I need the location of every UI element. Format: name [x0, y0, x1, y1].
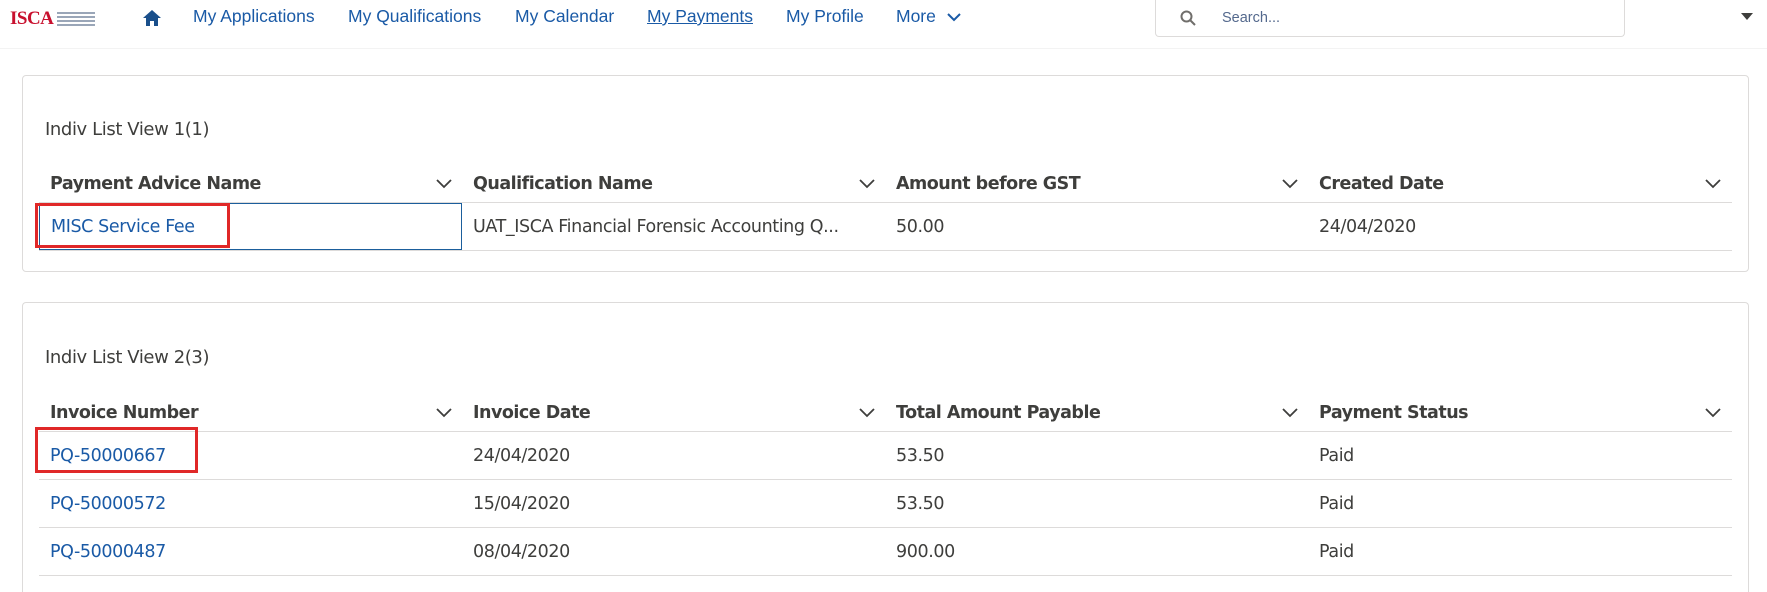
invoice-number-cell[interactable]: PQ-50000572 [39, 480, 462, 527]
list-view-card-1: Indiv List View 1(1) Payment Advice Name… [22, 75, 1749, 272]
qualification-name-cell: UAT_ISCA Financial Forensic Accounting Q… [473, 216, 839, 237]
total-amount-payable-cell: 53.50 [896, 493, 945, 514]
invoice-date-cell: 15/04/2020 [473, 493, 570, 514]
nav-my-profile[interactable]: My Profile [786, 6, 864, 27]
chevron-down-icon[interactable] [1282, 179, 1298, 189]
payment-status-cell: Paid [1319, 541, 1354, 562]
list-view-1-table: Payment Advice Name Qualification Name A… [39, 164, 1732, 251]
column-header-payment-status[interactable]: Payment Status [1308, 393, 1731, 432]
list-view-1-title: Indiv List View 1(1) [45, 119, 210, 140]
column-header-invoice-date[interactable]: Invoice Date [462, 393, 885, 432]
table-row: PQ-50000487 08/04/2020 900.00 Paid [39, 528, 1732, 576]
global-search[interactable] [1155, 0, 1625, 37]
payment-advice-name-cell[interactable]: MISC Service Fee [39, 203, 462, 250]
invoice-link[interactable]: PQ-50000487 [50, 542, 166, 562]
list-view-card-2: Indiv List View 2(3) Invoice Number Invo… [22, 302, 1749, 592]
column-header-qualification-name[interactable]: Qualification Name [462, 164, 885, 203]
nav-more-label: More [896, 6, 936, 26]
column-label: Total Amount Payable [896, 402, 1101, 423]
table-row: PQ-50000667 24/04/2020 53.50 Paid [39, 432, 1732, 480]
top-navigation: ISCA My Applications My Qualifications M… [0, 0, 1767, 40]
column-label: Invoice Date [473, 402, 591, 423]
nav-my-calendar[interactable]: My Calendar [515, 6, 614, 27]
nav-my-qualifications[interactable]: My Qualifications [348, 6, 481, 27]
column-label: Invoice Number [50, 402, 199, 423]
total-amount-payable-cell: 53.50 [896, 445, 945, 466]
column-header-amount-before-gst[interactable]: Amount before GST [885, 164, 1308, 203]
chevron-down-icon[interactable] [1705, 408, 1721, 418]
search-input[interactable] [1222, 7, 1602, 29]
list-view-2-title: Indiv List View 2(3) [45, 347, 210, 368]
invoice-date-cell: 24/04/2020 [473, 445, 570, 466]
column-label: Payment Status [1319, 402, 1469, 423]
chevron-down-icon[interactable] [1282, 408, 1298, 418]
column-label: Payment Advice Name [50, 173, 261, 194]
column-label: Qualification Name [473, 173, 653, 194]
amount-before-gst-cell: 50.00 [896, 216, 945, 237]
invoice-link[interactable]: PQ-50000667 [50, 446, 166, 466]
user-menu-caret-icon[interactable] [1741, 13, 1753, 20]
nav-my-payments[interactable]: My Payments [647, 6, 753, 27]
table-header: Payment Advice Name Qualification Name A… [39, 164, 1732, 203]
chevron-down-icon[interactable] [859, 408, 875, 418]
column-header-created-date[interactable]: Created Date [1308, 164, 1731, 203]
column-header-payment-advice-name[interactable]: Payment Advice Name [39, 164, 462, 203]
chevron-down-icon[interactable] [436, 408, 452, 418]
payment-status-cell: Paid [1319, 445, 1354, 466]
home-icon[interactable] [142, 8, 162, 28]
isca-logo[interactable]: ISCA [10, 8, 96, 30]
column-header-total-amount-payable[interactable]: Total Amount Payable [885, 393, 1308, 432]
search-icon [1180, 10, 1196, 26]
list-view-2-table: Invoice Number Invoice Date Total Amount… [39, 393, 1732, 576]
nav-more[interactable]: More [896, 6, 961, 27]
table-header: Invoice Number Invoice Date Total Amount… [39, 393, 1732, 432]
created-date-cell: 24/04/2020 [1319, 216, 1416, 237]
nav-my-applications[interactable]: My Applications [193, 6, 315, 27]
logo-tagline-lines [57, 12, 96, 26]
chevron-down-icon [947, 13, 961, 22]
invoice-number-cell[interactable]: PQ-50000487 [39, 528, 462, 575]
logo-wordmark: ISCA [10, 8, 54, 29]
payment-advice-link[interactable]: MISC Service Fee [51, 217, 195, 237]
payment-status-cell: Paid [1319, 493, 1354, 514]
invoice-number-cell[interactable]: PQ-50000667 [39, 432, 462, 479]
table-row: MISC Service Fee UAT_ISCA Financial Fore… [39, 203, 1732, 251]
table-row: PQ-50000572 15/04/2020 53.50 Paid [39, 480, 1732, 528]
column-header-invoice-number[interactable]: Invoice Number [39, 393, 462, 432]
invoice-link[interactable]: PQ-50000572 [50, 494, 166, 514]
chevron-down-icon[interactable] [859, 179, 875, 189]
column-label: Created Date [1319, 173, 1444, 194]
chevron-down-icon[interactable] [1705, 179, 1721, 189]
chevron-down-icon[interactable] [436, 179, 452, 189]
column-label: Amount before GST [896, 173, 1081, 194]
total-amount-payable-cell: 900.00 [896, 541, 955, 562]
invoice-date-cell: 08/04/2020 [473, 541, 570, 562]
nav-divider [0, 48, 1767, 49]
